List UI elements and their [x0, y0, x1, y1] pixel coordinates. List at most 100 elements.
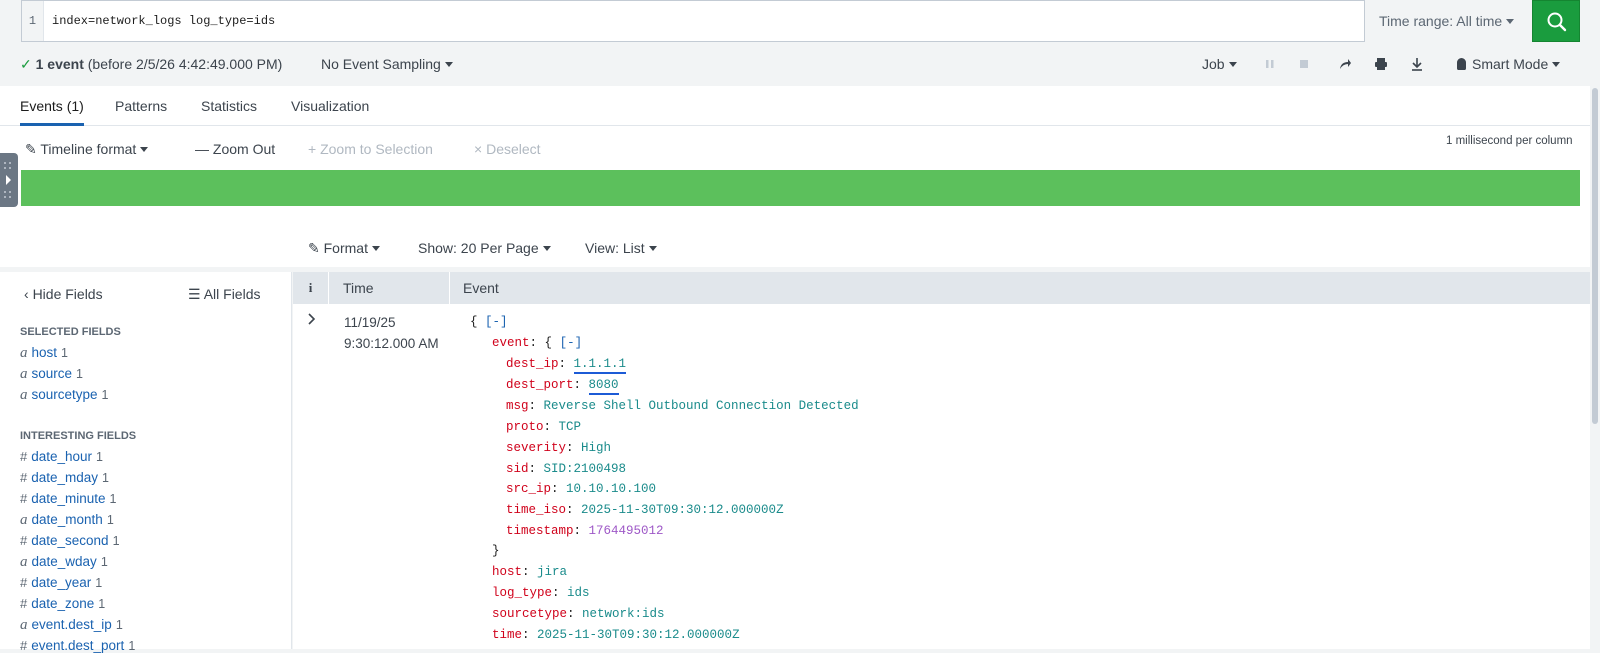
- per-page-dropdown[interactable]: Show: 20 Per Page: [418, 240, 551, 256]
- field-count: 1: [76, 367, 83, 381]
- event-field-line: src_ip: 10.10.10.100: [506, 482, 657, 497]
- json-value[interactable]: ids: [567, 586, 590, 600]
- pause-icon[interactable]: [1264, 58, 1276, 73]
- deselect-button[interactable]: × Deselect: [474, 141, 541, 157]
- scrollbar-thumb[interactable]: [1592, 88, 1598, 424]
- zoom-out-button[interactable]: — Zoom Out: [195, 141, 275, 157]
- json-key[interactable]: timestamp: [506, 524, 574, 538]
- json-key[interactable]: host: [492, 565, 522, 579]
- timeline-histogram-bar[interactable]: [21, 170, 1580, 206]
- json-value[interactable]: 2025-11-30T09:30:12.000000Z: [581, 503, 784, 517]
- collapse-toggle[interactable]: [-]: [485, 315, 508, 329]
- search-query-input[interactable]: index=network_logs log_type=ids: [52, 1, 275, 41]
- list-icon: ☰: [188, 286, 201, 302]
- field-name[interactable]: date_second: [31, 533, 108, 548]
- timeline-format-dropdown[interactable]: ✎ Timeline format: [25, 141, 148, 158]
- field-name[interactable]: date_year: [31, 575, 91, 590]
- field-item[interactable]: a date_wday 1: [20, 554, 108, 571]
- json-value[interactable]: SID:2100498: [544, 462, 627, 476]
- field-name[interactable]: date_wday: [32, 554, 97, 569]
- expand-arrow-icon: [4, 162, 11, 198]
- json-value[interactable]: 1764495012: [589, 524, 664, 538]
- string-type-icon: a: [20, 345, 28, 361]
- field-item[interactable]: a event.dest_ip 1: [20, 617, 123, 634]
- sidebar-toggle-handle[interactable]: [0, 153, 18, 207]
- numeric-type-icon: #: [20, 533, 28, 548]
- field-count: 1: [61, 346, 68, 360]
- json-value[interactable]: TCP: [559, 420, 582, 434]
- json-value[interactable]: jira: [537, 565, 567, 579]
- event-count-status: ✓ 1 event (before 2/5/26 4:42:49.000 PM): [20, 56, 282, 73]
- event-sampling-dropdown[interactable]: No Event Sampling: [321, 56, 453, 72]
- collapse-toggle[interactable]: [-]: [560, 336, 583, 350]
- search-bar[interactable]: 1 index=network_logs log_type=ids Time r…: [21, 0, 1580, 42]
- json-value[interactable]: Reverse Shell Outbound Connection Detect…: [544, 399, 859, 413]
- field-item[interactable]: # date_second 1: [20, 533, 120, 548]
- event-field-line: dest_ip: 1.1.1.1: [506, 357, 627, 374]
- field-name[interactable]: date_zone: [31, 596, 94, 611]
- field-name[interactable]: sourcetype: [32, 387, 98, 402]
- field-count: 1: [112, 534, 120, 548]
- tab-events[interactable]: Events (1): [20, 98, 84, 126]
- field-item[interactable]: # date_zone 1: [20, 596, 105, 611]
- json-key[interactable]: sid: [506, 462, 529, 476]
- json-value[interactable]: 1.1.1.1: [573, 357, 627, 374]
- view-dropdown[interactable]: View: List: [585, 240, 657, 256]
- json-value[interactable]: High: [581, 441, 611, 455]
- json-key[interactable]: dest_ip: [506, 357, 559, 371]
- json-key[interactable]: src_ip: [506, 482, 551, 496]
- format-dropdown[interactable]: ✎ Format: [308, 240, 380, 257]
- event-field-line: timestamp: 1764495012: [506, 524, 664, 539]
- field-name[interactable]: date_mday: [31, 470, 98, 485]
- share-icon[interactable]: [1338, 57, 1352, 74]
- json-key[interactable]: proto: [506, 420, 544, 434]
- field-item[interactable]: # date_year 1: [20, 575, 102, 590]
- hide-fields-button[interactable]: ‹ Hide Fields: [24, 286, 103, 302]
- field-name[interactable]: date_hour: [31, 449, 92, 464]
- field-item[interactable]: # date_mday 1: [20, 470, 109, 485]
- field-item[interactable]: a date_month 1: [20, 512, 114, 529]
- field-item[interactable]: a source 1: [20, 366, 83, 383]
- json-key[interactable]: sourcetype: [492, 607, 567, 621]
- json-value[interactable]: 8080: [588, 377, 619, 395]
- field-name[interactable]: source: [32, 366, 73, 381]
- field-name[interactable]: date_month: [32, 512, 103, 527]
- json-key[interactable]: severity: [506, 441, 566, 455]
- json-key[interactable]: log_type: [492, 586, 552, 600]
- time-column-header[interactable]: Time: [329, 272, 450, 304]
- field-item[interactable]: a host 1: [20, 345, 68, 362]
- json-value[interactable]: 10.10.10.100: [566, 482, 656, 496]
- time-range-picker[interactable]: Time range: All time: [1364, 0, 1532, 42]
- event-column-header: Event: [463, 280, 499, 296]
- line-number: 1: [22, 1, 44, 41]
- search-button[interactable]: [1532, 0, 1580, 42]
- zoom-to-selection-button[interactable]: + Zoom to Selection: [308, 141, 433, 157]
- field-item[interactable]: a sourcetype 1: [20, 387, 109, 404]
- field-item[interactable]: # event.dest_port 1: [20, 638, 135, 653]
- field-item[interactable]: # date_minute 1: [20, 491, 117, 506]
- field-name[interactable]: host: [32, 345, 58, 360]
- field-name[interactable]: date_minute: [31, 491, 105, 506]
- all-fields-button[interactable]: ☰ All Fields: [188, 286, 260, 303]
- json-value[interactable]: network:ids: [582, 607, 665, 621]
- event-json-open: { [-]: [470, 315, 508, 329]
- tab-statistics[interactable]: Statistics: [201, 98, 257, 114]
- field-item[interactable]: # date_hour 1: [20, 449, 103, 464]
- json-value[interactable]: 2025-11-30T09:30:12.000000Z: [537, 628, 740, 642]
- json-key[interactable]: msg: [506, 399, 529, 413]
- json-key[interactable]: time_iso: [506, 503, 566, 517]
- job-menu[interactable]: Job: [1202, 56, 1237, 72]
- tab-visualization[interactable]: Visualization: [291, 98, 369, 114]
- tab-patterns[interactable]: Patterns: [115, 98, 167, 114]
- field-name[interactable]: event.dest_port: [31, 638, 124, 653]
- event-key[interactable]: event: [492, 336, 530, 350]
- expand-row-chevron-icon[interactable]: [307, 313, 317, 328]
- numeric-type-icon: #: [20, 575, 28, 590]
- json-key[interactable]: dest_port: [506, 378, 574, 392]
- field-name[interactable]: event.dest_ip: [32, 617, 112, 632]
- export-icon[interactable]: [1410, 57, 1424, 74]
- stop-icon[interactable]: [1298, 58, 1310, 73]
- json-key[interactable]: time: [492, 628, 522, 642]
- print-icon[interactable]: [1374, 57, 1388, 74]
- smart-mode-dropdown[interactable]: Smart Mode: [1457, 56, 1560, 72]
